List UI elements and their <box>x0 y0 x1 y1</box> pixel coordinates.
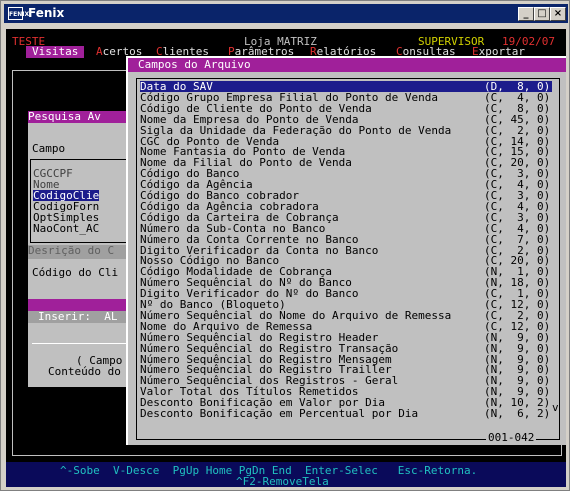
campo-item[interactable]: NaoCont_AC <box>33 223 99 234</box>
divider <box>32 343 128 344</box>
conteudo-label: Conteúdo do <box>48 365 121 378</box>
descricao-label: Desrição do C <box>28 245 128 259</box>
field-type-size: (N, 6, 2) <box>484 407 551 420</box>
close-button[interactable]: × <box>550 7 566 21</box>
menu-item[interactable]: Visitas <box>26 45 85 58</box>
campo-label: Campo <box>32 142 66 155</box>
fenix-app-icon[interactable]: FENIX <box>8 7 29 20</box>
menu-hotkey: A <box>96 45 103 58</box>
terminal-screen: TESTE Loja MATRIZ SUPERVISOR 19/02/07 Vi… <box>6 29 566 487</box>
field-row[interactable]: Desconto Bonificação em Percentual por D… <box>140 408 552 419</box>
minimize-button[interactable]: _ <box>518 7 534 21</box>
inserir-label: Inserir: AL <box>38 310 118 323</box>
campo-list[interactable]: CGCCPF Nome CodigoClie CodigoForn OptSim… <box>30 159 128 243</box>
dialog-title: Campos do Arquivo <box>138 58 251 71</box>
field-label: Desconto Bonificação em Percentual por D… <box>140 407 419 420</box>
application-window: FENIX Fenix _ □ × TESTE Loja MATRIZ SUPE… <box>0 0 570 491</box>
codigo-label: Código do Cli <box>32 266 119 279</box>
scroll-down-indicator[interactable]: v <box>552 402 559 413</box>
help-footer: ^-Sobe V-Desce PgUp Home PgDn End Enter-… <box>6 462 566 487</box>
title-bar[interactable]: FENIX Fenix _ □ × <box>4 4 568 23</box>
conteudo-panel: ( Campo Conteúdo do <box>28 323 128 387</box>
inserir-row: Inserir: AL <box>28 311 128 323</box>
dialog-title-bar: Campos do Arquivo <box>128 58 566 72</box>
footer-keys-line2: ^F2-RemoveTela <box>236 475 329 487</box>
menu-label: Visitas <box>32 45 79 58</box>
maximize-button[interactable]: □ <box>534 7 550 21</box>
search-panel-title: Pesquisa Av <box>28 111 128 123</box>
campos-do-arquivo-dialog: Campos do Arquivo Data do SAV (D, 8, 0) Có… <box>126 56 566 445</box>
window-title: Fenix <box>28 6 65 20</box>
record-counter: 001-042 <box>486 431 537 444</box>
